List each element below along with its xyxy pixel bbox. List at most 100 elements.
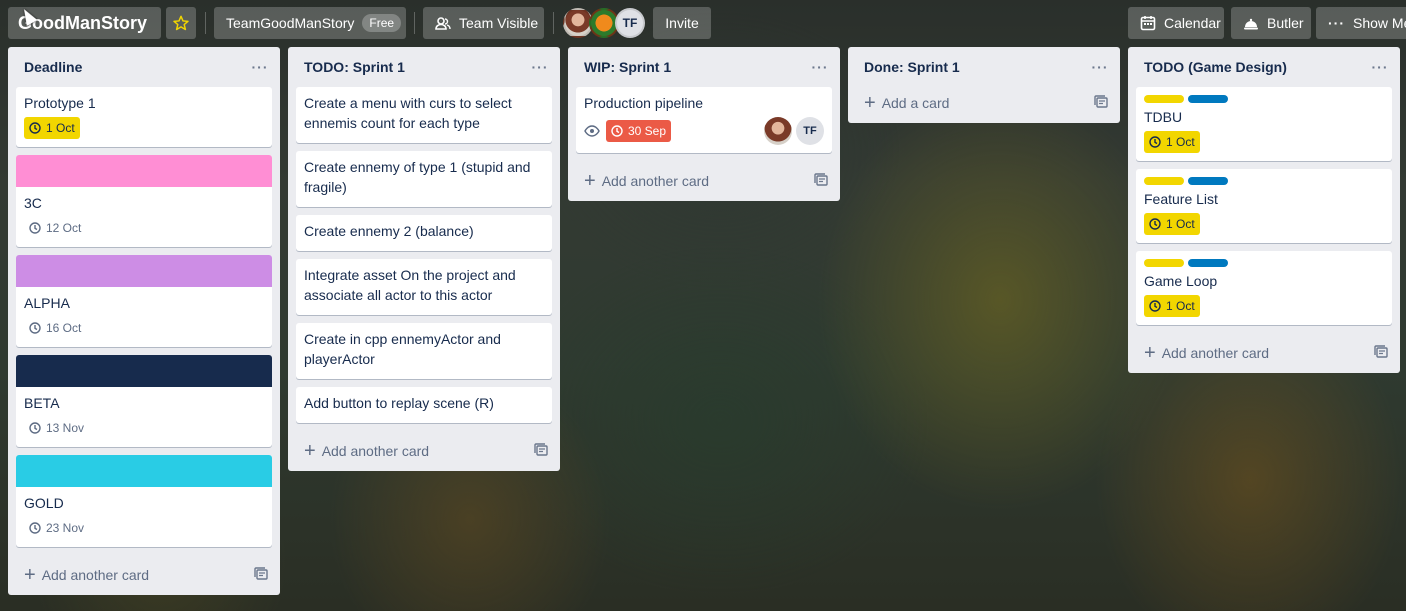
card-title: Feature List — [1144, 191, 1218, 207]
card[interactable]: Production pipeline 30 Sep TF — [576, 87, 832, 153]
list-header[interactable]: WIP: Sprint 1 ··· — [576, 47, 832, 87]
add-card-label: Add another card — [41, 567, 150, 583]
list-title[interactable]: Deadline — [24, 59, 82, 75]
card-title: GOLD — [24, 495, 64, 511]
card-title: 3C — [24, 195, 42, 211]
card-template-icon[interactable] — [814, 172, 828, 190]
clock-icon — [611, 125, 623, 137]
card[interactable]: Create in cpp ennemyActor and playerActo… — [296, 323, 552, 379]
list-header[interactable]: Deadline ··· — [16, 47, 272, 87]
list-menu-icon[interactable]: ··· — [248, 59, 272, 75]
due-date-badge[interactable]: 1 Oct — [1144, 295, 1200, 317]
card-template-icon[interactable] — [1094, 94, 1108, 112]
card[interactable]: Create ennemy of type 1 (stupid and frag… — [296, 151, 552, 207]
due-date-badge[interactable]: 12 Oct — [24, 217, 86, 239]
label-yellow[interactable] — [1144, 177, 1184, 185]
card-template-icon[interactable] — [534, 442, 548, 460]
card[interactable]: BETA 13 Nov — [16, 355, 272, 447]
card[interactable]: Integrate asset On the project and assoc… — [296, 259, 552, 315]
card-title: ALPHA — [24, 295, 70, 311]
more-icon: ··· — [1328, 15, 1345, 31]
invite-button[interactable]: Invite — [653, 7, 711, 39]
clock-icon — [29, 322, 41, 334]
list-title[interactable]: Done: Sprint 1 — [864, 59, 960, 75]
card[interactable]: Create a menu with curs to select ennemi… — [296, 87, 552, 143]
label-blue[interactable] — [1188, 95, 1228, 103]
label-yellow[interactable] — [1144, 95, 1184, 103]
list-menu-icon[interactable]: ··· — [1088, 59, 1112, 75]
card[interactable]: Feature List 1 Oct — [1136, 169, 1392, 243]
list-header[interactable]: TODO (Game Design) ··· — [1136, 47, 1392, 87]
add-card-label: Add another card — [1161, 345, 1270, 361]
card-title: Create in cpp ennemyActor and playerActo… — [304, 331, 501, 367]
due-date: 16 Oct — [46, 321, 82, 335]
clock-icon — [1149, 218, 1161, 230]
plus-icon: + — [584, 170, 596, 192]
team-visibility-icon — [435, 15, 451, 31]
due-date-badge[interactable]: 13 Nov — [24, 417, 89, 439]
label-blue[interactable] — [1188, 259, 1228, 267]
list-menu-icon[interactable]: ··· — [1368, 59, 1392, 75]
team-button[interactable]: TeamGoodManStory Free — [214, 7, 406, 39]
card[interactable]: TDBU 1 Oct — [1136, 87, 1392, 161]
add-card-button[interactable]: + Add another card — [576, 161, 832, 201]
add-card-button[interactable]: + Add another card — [16, 555, 272, 595]
clock-icon — [29, 222, 41, 234]
plus-icon: + — [24, 564, 36, 586]
label-yellow[interactable] — [1144, 259, 1184, 267]
add-card-button[interactable]: + Add another card — [1136, 333, 1392, 373]
card-cover — [16, 155, 272, 187]
card-title: Create a menu with curs to select ennemi… — [304, 95, 512, 131]
butler-label: Butler — [1267, 15, 1304, 31]
board-header: GoodManStory TeamGoodManStory Free Team … — [0, 0, 1406, 46]
add-card-button[interactable]: + Add another card — [296, 431, 552, 471]
butler-button[interactable]: Butler — [1231, 7, 1311, 39]
list-deadline: Deadline ··· Prototype 1 1 Oct 3C 12 Oct — [8, 47, 280, 595]
avatar[interactable] — [764, 117, 792, 145]
list-done-sprint-1: Done: Sprint 1 ··· + Add a card — [848, 47, 1120, 123]
label-blue[interactable] — [1188, 177, 1228, 185]
list-header[interactable]: Done: Sprint 1 ··· — [856, 47, 1112, 87]
due-date-badge[interactable]: 1 Oct — [24, 117, 80, 139]
card-template-icon[interactable] — [1374, 344, 1388, 362]
board-members: TF — [563, 8, 645, 38]
card[interactable]: Game Loop 1 Oct — [1136, 251, 1392, 325]
card[interactable]: Create ennemy 2 (balance) — [296, 215, 552, 251]
show-menu-button[interactable]: ··· Show Menu — [1316, 7, 1406, 39]
due-date-badge[interactable]: 23 Nov — [24, 517, 89, 539]
list-menu-icon[interactable]: ··· — [808, 59, 832, 75]
card-cover — [16, 255, 272, 287]
add-card-label: Add a card — [881, 95, 950, 111]
card-title: Create ennemy of type 1 (stupid and frag… — [304, 159, 531, 195]
card-title: Prototype 1 — [24, 95, 96, 111]
due-date: 1 Oct — [1166, 135, 1195, 149]
avatar[interactable]: TF — [615, 8, 645, 38]
visibility-label: Team Visible — [459, 15, 539, 31]
card[interactable]: Prototype 1 1 Oct — [16, 87, 272, 147]
card-template-icon[interactable] — [254, 566, 268, 584]
star-button[interactable] — [166, 7, 196, 39]
plus-icon: + — [304, 440, 316, 462]
due-date-badge[interactable]: 1 Oct — [1144, 131, 1200, 153]
clock-icon — [1149, 300, 1161, 312]
card-labels — [1144, 257, 1384, 267]
card-title: BETA — [24, 395, 60, 411]
card[interactable]: 3C 12 Oct — [16, 155, 272, 247]
add-card-button[interactable]: + Add a card — [856, 87, 1112, 119]
card[interactable]: GOLD 23 Nov — [16, 455, 272, 547]
list-title[interactable]: TODO: Sprint 1 — [304, 59, 405, 75]
list-header[interactable]: TODO: Sprint 1 ··· — [296, 47, 552, 87]
due-date-badge[interactable]: 30 Sep — [606, 120, 672, 142]
list-title[interactable]: TODO (Game Design) — [1144, 59, 1287, 75]
visibility-button[interactable]: Team Visible — [423, 7, 544, 39]
due-date: 1 Oct — [1166, 217, 1195, 231]
calendar-button[interactable]: Calendar — [1128, 7, 1224, 39]
list-title[interactable]: WIP: Sprint 1 — [584, 59, 671, 75]
card[interactable]: Add button to replay scene (R) — [296, 387, 552, 423]
card-title: Create ennemy 2 (balance) — [304, 223, 474, 239]
due-date-badge[interactable]: 1 Oct — [1144, 213, 1200, 235]
card[interactable]: ALPHA 16 Oct — [16, 255, 272, 347]
avatar[interactable]: TF — [796, 117, 824, 145]
due-date-badge[interactable]: 16 Oct — [24, 317, 86, 339]
list-menu-icon[interactable]: ··· — [528, 59, 552, 75]
